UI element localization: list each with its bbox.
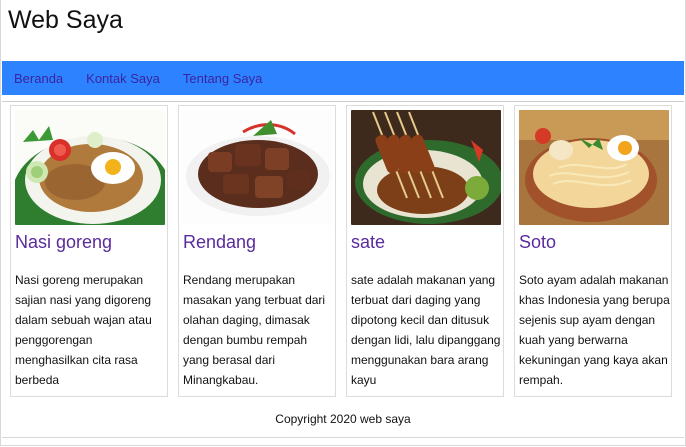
soto-image	[519, 110, 669, 225]
card-title: Rendang	[183, 232, 257, 252]
rendang-image	[183, 110, 333, 225]
card-sate: sate sate adalah makanan yang terbuat da…	[346, 105, 504, 397]
card-title: Nasi goreng	[15, 232, 113, 252]
nav-link-tentang-saya[interactable]: Tentang Saya	[183, 71, 263, 86]
card-nasi-goreng: Nasi goreng Nasi goreng merupakan sajian…	[10, 105, 168, 397]
card-title: sate	[351, 232, 386, 252]
sate-image	[351, 110, 501, 225]
footer-divider	[2, 437, 684, 438]
card-text: Nasi goreng merupakan sajian nasi yang d…	[15, 273, 152, 387]
card-text: Rendang merupakan masakan yang terbuat d…	[183, 273, 326, 387]
card-soto: Soto Soto ayam adalah makanan khas Indon…	[514, 105, 672, 397]
footer-copyright: Copyright 2020 web saya	[275, 412, 411, 426]
nasi-goreng-image	[15, 110, 165, 225]
card-text: sate adalah makanan yang terbuat dari da…	[351, 273, 501, 387]
nav-link-beranda[interactable]: Beranda	[14, 71, 63, 86]
card-text: Soto ayam adalah makanan khas Indonesia …	[519, 273, 670, 387]
card-rendang: Rendang Rendang merupakan masakan yang t…	[178, 105, 336, 397]
nav-link-kontak-saya[interactable]: Kontak Saya	[86, 71, 160, 86]
navbar: Beranda Kontak Saya Tentang Saya	[2, 61, 684, 95]
card-title: Soto	[519, 232, 557, 252]
site-title: Web Saya	[8, 6, 123, 34]
header-divider	[2, 101, 684, 102]
